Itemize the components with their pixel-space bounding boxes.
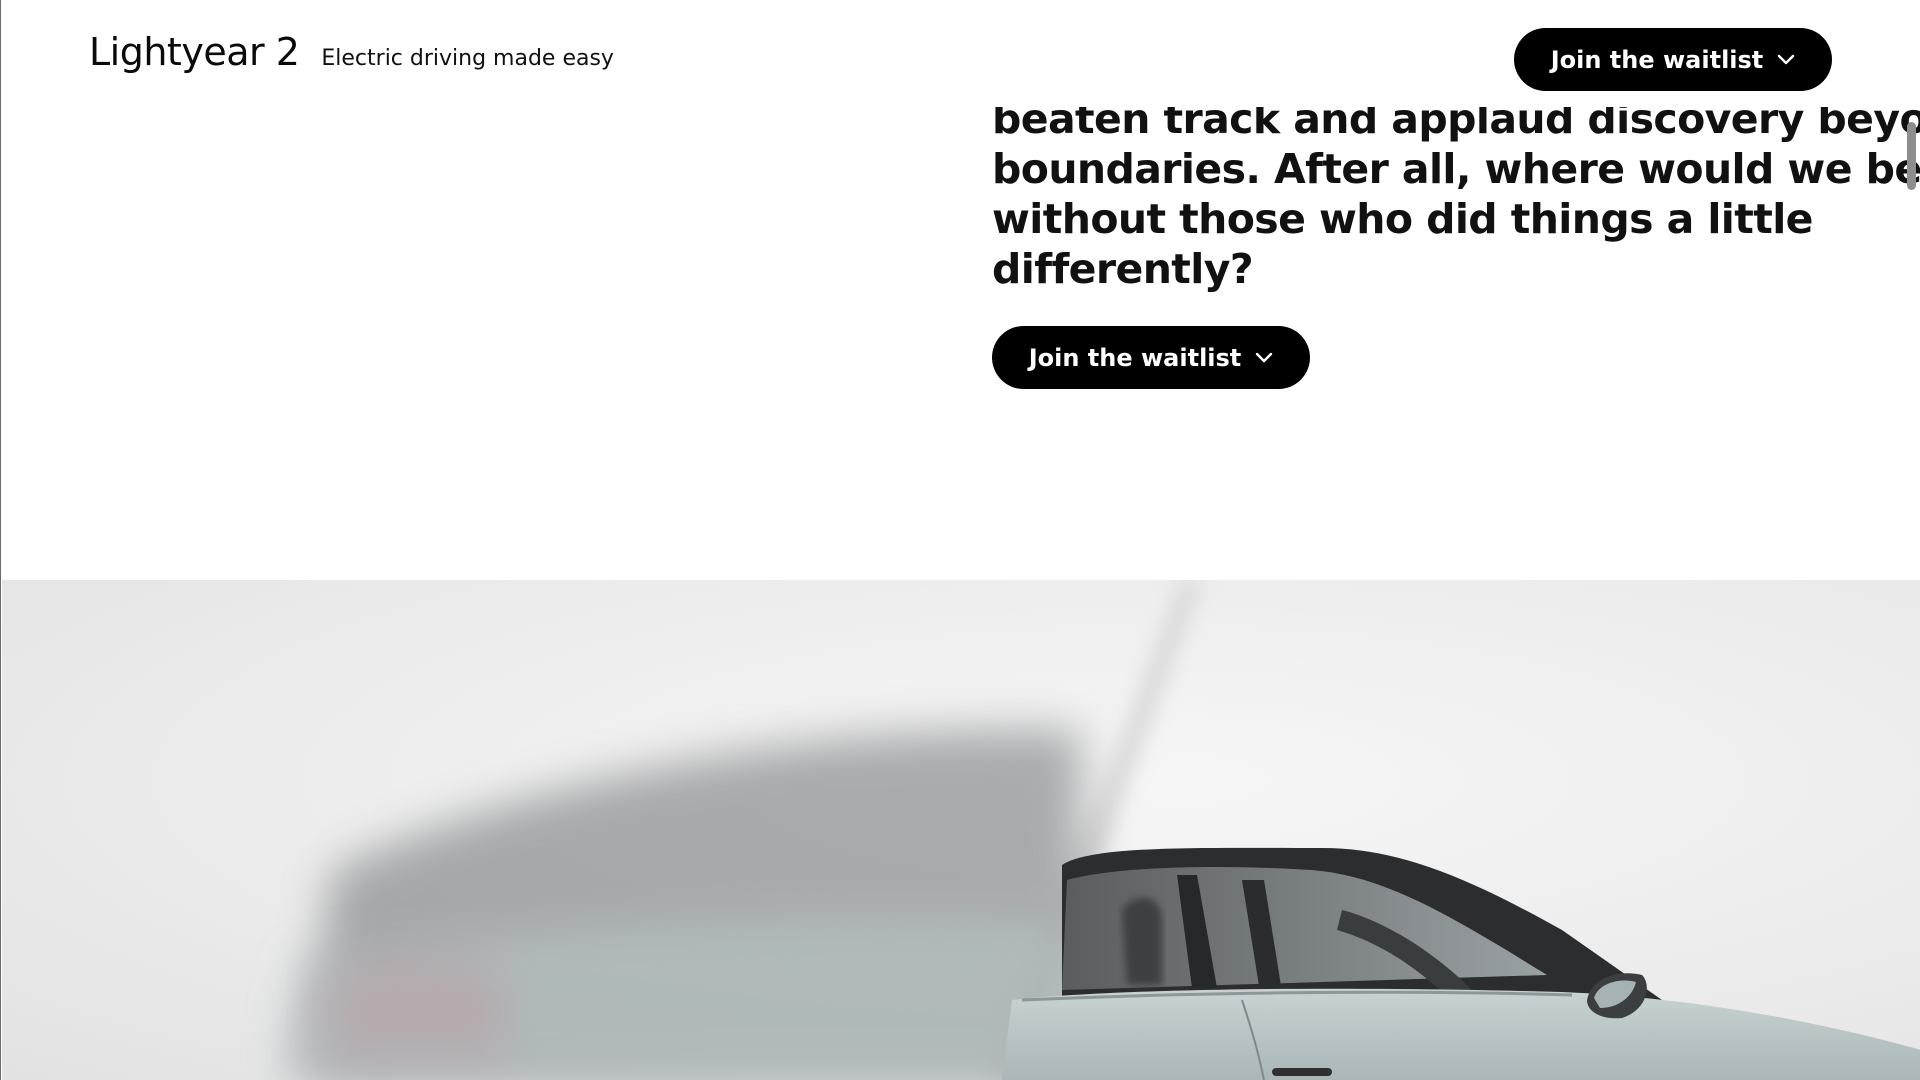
- brand-logo-link[interactable]: Lightyear 2: [89, 30, 300, 74]
- content-join-waitlist-label: Join the waitlist: [1028, 343, 1242, 372]
- headline-line: differently?: [992, 245, 1254, 293]
- intro-headline: beaten track and applaud discovery beyon…: [992, 94, 1920, 294]
- headline-line: boundaries. After all, where would we be: [992, 145, 1920, 193]
- car-illustration: [282, 580, 1920, 1080]
- header-join-waitlist-label: Join the waitlist: [1550, 45, 1764, 74]
- hero-car-image: [2, 580, 1920, 1080]
- headline-line: without those who did things a little: [992, 195, 1813, 243]
- chevron-down-icon: [1255, 352, 1273, 364]
- content-join-waitlist-button[interactable]: Join the waitlist: [992, 326, 1310, 389]
- header-join-waitlist-button[interactable]: Join the waitlist: [1514, 28, 1832, 91]
- page-viewport: Lightyear 2 Electric driving made easy J…: [0, 0, 1920, 1080]
- brand: Lightyear 2 Electric driving made easy: [89, 30, 614, 74]
- scrollbar-thumb[interactable]: [1907, 122, 1916, 190]
- brand-tagline: Electric driving made easy: [321, 46, 614, 71]
- chevron-down-icon: [1777, 54, 1795, 66]
